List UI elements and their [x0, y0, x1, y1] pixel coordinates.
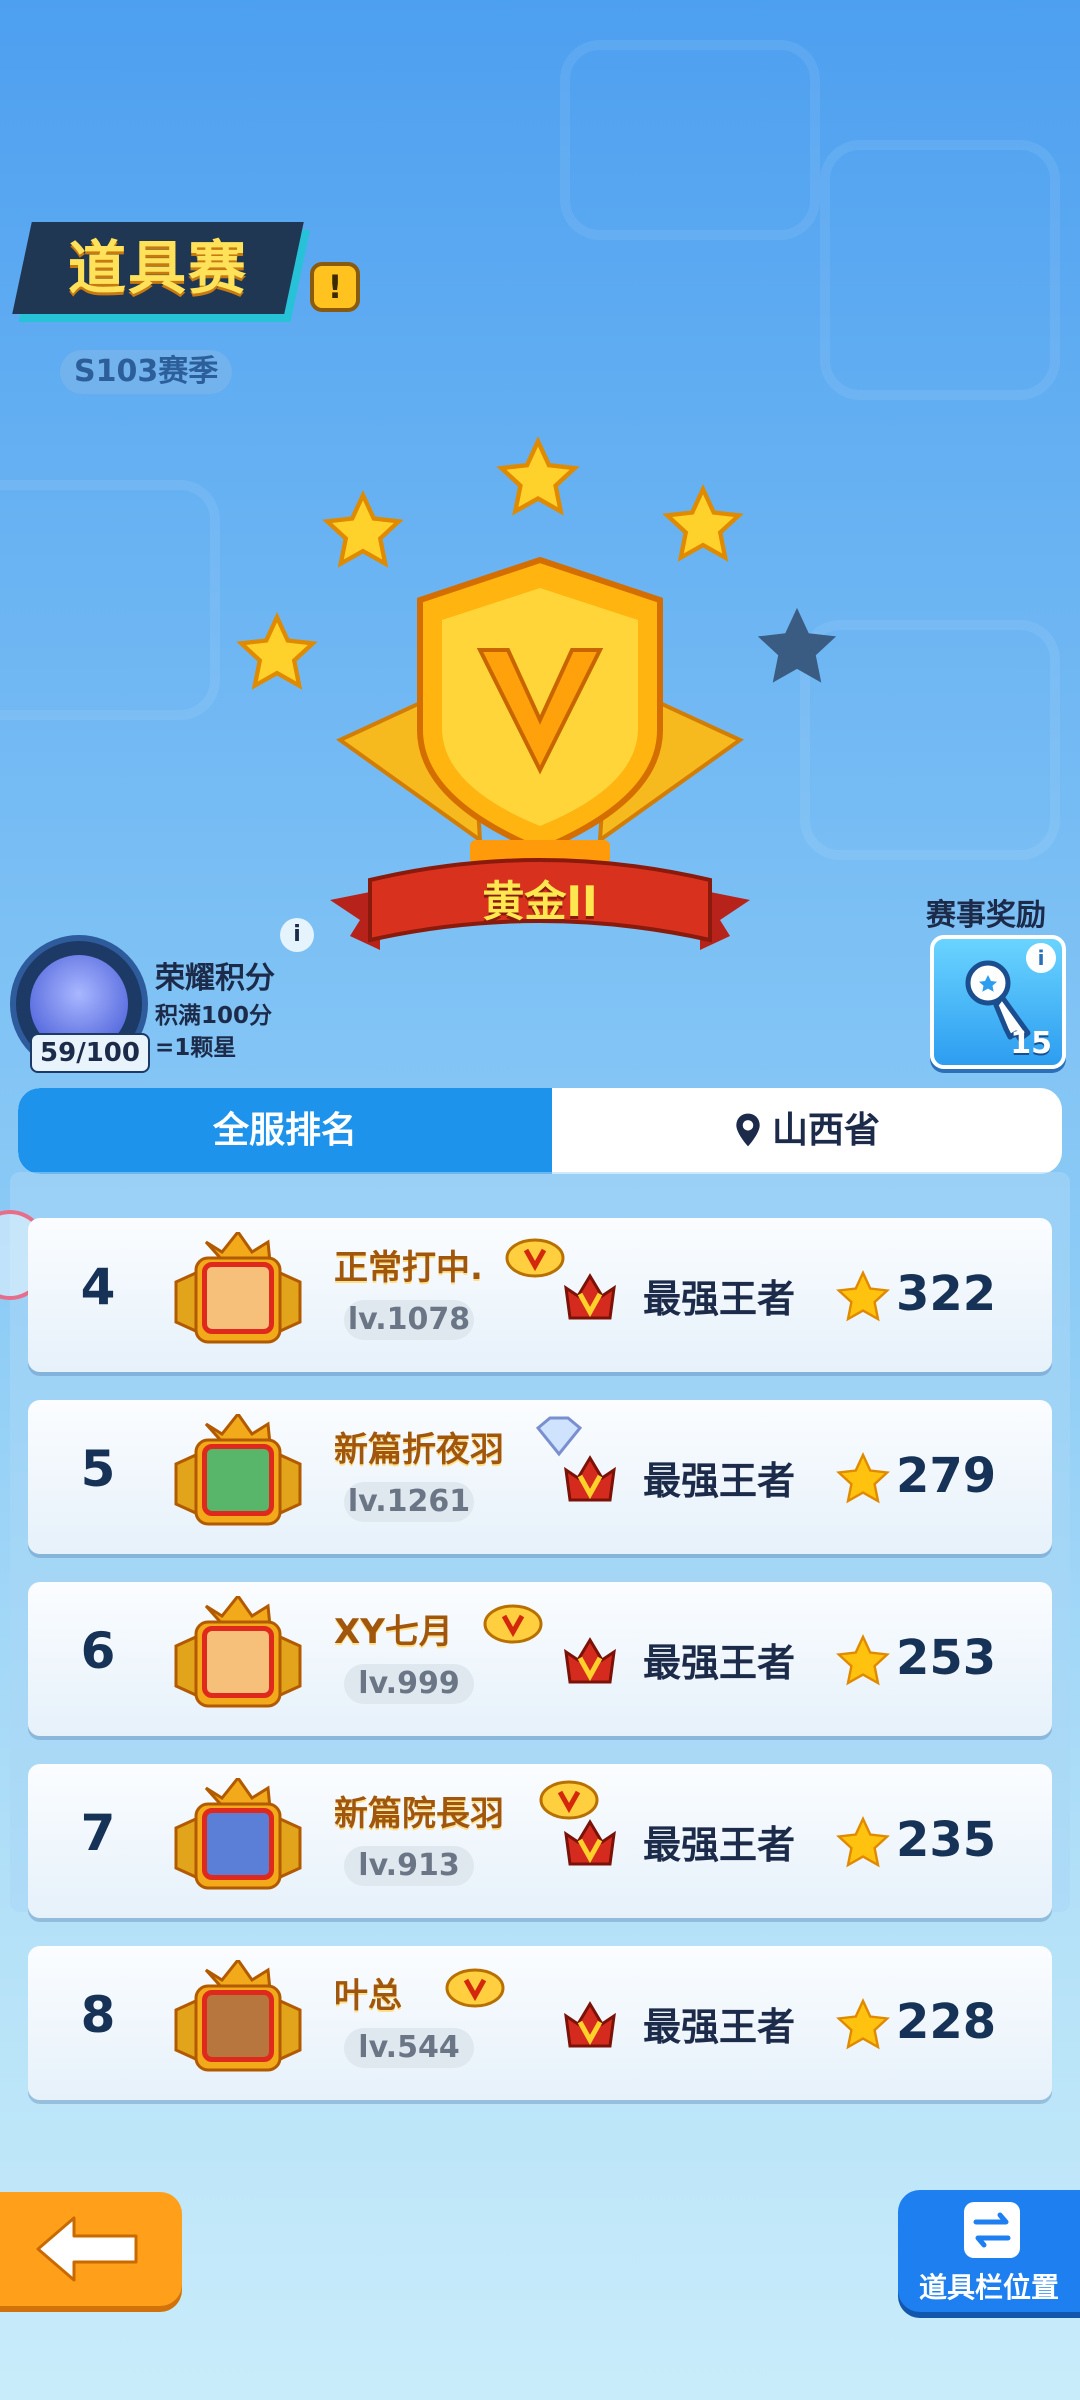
honor-points-title: 荣耀积分 [155, 961, 275, 996]
rank-number: 8 [80, 1986, 116, 2044]
mode-info-button[interactable]: ! [310, 262, 360, 312]
leaderboard-row[interactable]: 7 新篇院長羽 lv.913 最强王者 235 [28, 1764, 1052, 1918]
star-icon [836, 1451, 890, 1504]
leaderboard-row[interactable]: 6 XY七月 lv.999 最强王者 253 [28, 1582, 1052, 1736]
star-score: 279 [896, 1448, 997, 1504]
player-level: lv.1078 [344, 1300, 474, 1340]
avatar[interactable] [202, 1990, 274, 2062]
tab-global-ranking[interactable]: 全服排名 [18, 1088, 552, 1174]
background-pattern [0, 480, 220, 720]
honor-points-panel[interactable]: 59/100 荣耀积分 积满100分 =1颗星 [10, 935, 300, 1075]
reward-count: 15 [1010, 1026, 1052, 1061]
tier-name: 最强王者 [643, 1277, 796, 1321]
avatar[interactable] [202, 1262, 274, 1334]
star-score: 253 [896, 1630, 997, 1686]
player-level: lv.999 [344, 1664, 474, 1704]
rank-tier-name: 黄金II [482, 877, 598, 926]
back-button[interactable] [0, 2192, 182, 2306]
avatar[interactable] [202, 1808, 274, 1880]
leaderboard-row[interactable]: 8 叶总 lv.544 最强王者 228 [28, 1946, 1052, 2100]
rank-emblem: 黄金II [220, 420, 860, 1000]
rank-number: 4 [80, 1258, 116, 1316]
rank-badge-icon [505, 1238, 565, 1278]
player-level: lv.913 [344, 1846, 474, 1886]
avatar[interactable] [202, 1444, 274, 1516]
player-level: lv.1261 [344, 1482, 474, 1522]
location-pin-icon [736, 1113, 760, 1147]
tab-province-ranking[interactable]: 山西省 [552, 1088, 1062, 1174]
avatar[interactable] [202, 1626, 274, 1698]
tier-name: 最强王者 [643, 1823, 796, 1867]
player-name: 叶总 [334, 1976, 402, 2016]
rank-number: 7 [80, 1804, 116, 1862]
star-score: 228 [896, 1994, 997, 2050]
honor-points-desc-line1: 积满100分 [155, 1003, 273, 1029]
rank-badge-icon [445, 1968, 505, 2008]
leaderboard-row[interactable]: 5 新篇折夜羽 lv.1261 最强王者 279 [28, 1400, 1052, 1554]
king-tier-icon [564, 1455, 616, 1502]
king-tier-icon [564, 1273, 616, 1320]
tier-name: 最强王者 [643, 1459, 796, 1503]
rank-number: 6 [80, 1622, 116, 1680]
ranking-tabs: 全服排名 山西省 [18, 1088, 1062, 1174]
rank-badge-icon [483, 1604, 543, 1644]
background-pattern [560, 40, 820, 240]
star-icon [836, 1815, 890, 1868]
player-name: XY七月 [334, 1612, 453, 1652]
rank-star-empty-icon [757, 607, 837, 683]
tab-province-label: 山西省 [771, 1110, 880, 1151]
player-level: lv.544 [344, 2028, 474, 2068]
tier-name: 最强王者 [643, 2005, 796, 2049]
honor-points-progress: 59/100 [30, 1033, 150, 1073]
honor-info-button[interactable]: i [280, 918, 314, 952]
rank-number: 5 [80, 1440, 116, 1498]
tab-global-label: 全服排名 [212, 1110, 357, 1151]
star-icon [836, 1633, 890, 1686]
star-score: 235 [896, 1812, 997, 1868]
player-name: 新篇折夜羽 [334, 1430, 504, 1470]
back-arrow-icon [36, 2216, 138, 2282]
leaderboard-row[interactable]: 4 正常打中. lv.1078 最强王者 322 [28, 1218, 1052, 1372]
king-tier-icon [564, 2001, 616, 2048]
player-name: 新篇院長羽 [334, 1794, 504, 1834]
star-icon [836, 1997, 890, 2050]
honor-points-desc-line2: =1颗星 [155, 1035, 237, 1061]
mode-title-banner: 道具赛 [12, 222, 304, 314]
background-pattern [820, 140, 1060, 400]
tier-name: 最强王者 [643, 1641, 796, 1685]
swap-icon [964, 2202, 1020, 2258]
season-label: S103赛季 [60, 350, 233, 394]
rank-star-filled-icon [236, 612, 318, 690]
star-icon [836, 1269, 890, 1322]
king-tier-icon [564, 1819, 616, 1866]
reward-info-button[interactable]: i [1026, 943, 1056, 973]
rank-star-filled-icon [496, 436, 580, 516]
mode-title: 道具赛 [67, 234, 248, 302]
star-score: 322 [896, 1266, 997, 1322]
item-slot-position-label: 道具栏位置 [918, 2271, 1059, 2304]
king-tier-icon [564, 1637, 616, 1684]
event-reward-label: 赛事奖励 [926, 898, 1046, 933]
item-slot-position-button[interactable]: 道具栏位置 [898, 2190, 1080, 2312]
event-reward-button[interactable]: i 15 [930, 935, 1066, 1069]
player-name: 正常打中. [334, 1248, 483, 1288]
